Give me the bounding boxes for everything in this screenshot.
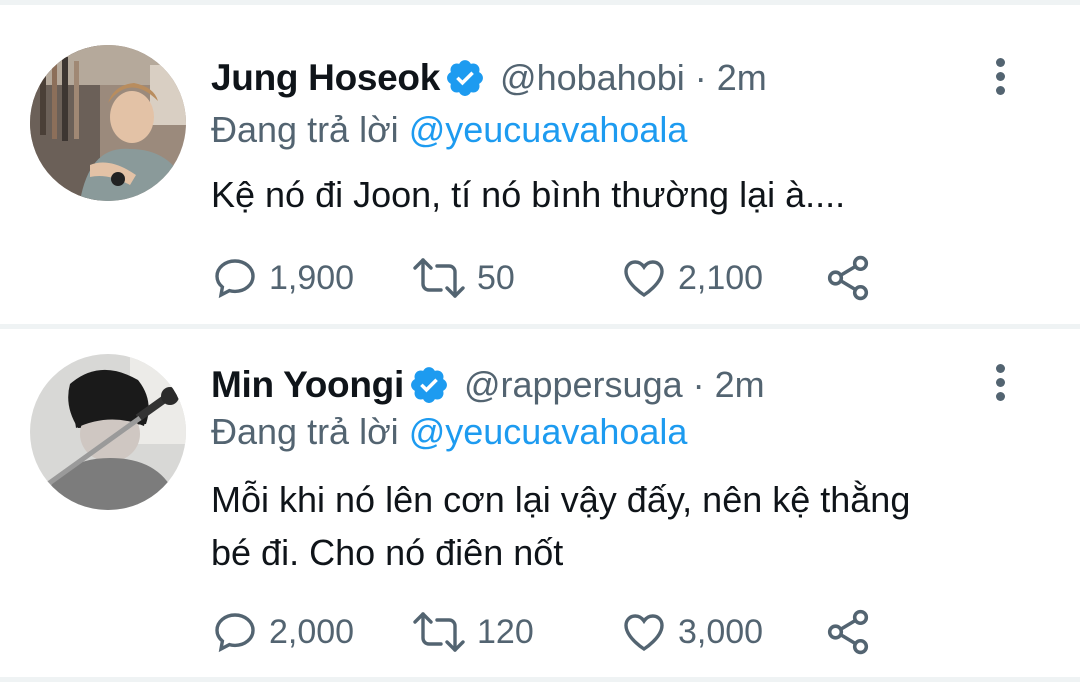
display-name[interactable]: Jung Hoseok xyxy=(211,57,440,99)
like-icon xyxy=(624,614,664,652)
reply-count: 2,000 xyxy=(269,612,355,651)
reply-context: Đang trả lời @yeucuavahoala xyxy=(211,109,687,151)
like-count: 2,100 xyxy=(678,258,764,297)
verified-badge-icon xyxy=(411,367,447,403)
like-count: 3,000 xyxy=(678,612,764,651)
bottom-divider xyxy=(0,677,1080,682)
tweet-card[interactable]: Min Yoongi @rappersuga · 2m Đang trả lời… xyxy=(0,329,1080,655)
display-name[interactable]: Min Yoongi xyxy=(211,364,404,406)
retweet-icon xyxy=(413,258,465,298)
user-handle[interactable]: @rappersuga xyxy=(464,364,683,406)
retweet-count: 120 xyxy=(477,612,534,651)
reply-button[interactable]: 2,000 xyxy=(211,607,354,657)
more-options-icon[interactable] xyxy=(990,364,1010,404)
more-options-icon[interactable] xyxy=(990,58,1010,98)
like-button[interactable]: 3,000 xyxy=(620,607,763,657)
reply-mention-link[interactable]: @yeucuavahoala xyxy=(409,411,688,452)
reply-mention-link[interactable]: @yeucuavahoala xyxy=(409,109,688,150)
verified-badge-icon xyxy=(447,60,483,96)
retweet-icon xyxy=(413,612,465,652)
share-icon xyxy=(827,609,869,655)
timestamp[interactable]: 2m xyxy=(717,57,767,99)
separator-dot: · xyxy=(694,57,707,98)
tweet-actions: 2,000 120 3,000 xyxy=(211,607,891,657)
avatar-photo-yoongi xyxy=(30,354,186,510)
reply-count: 1,900 xyxy=(269,258,355,297)
like-icon xyxy=(624,260,664,298)
reply-prefix: Đang trả lời xyxy=(211,109,399,150)
tweet-header: Min Yoongi @rappersuga · 2m xyxy=(211,360,765,410)
tweet-text: Mỗi khi nó lên cơn lại vậy đấy, nên kệ t… xyxy=(211,479,911,573)
avatar-photo-hoseok xyxy=(30,45,186,201)
reply-prefix: Đang trả lời xyxy=(211,411,399,452)
retweet-count: 50 xyxy=(477,258,515,297)
user-handle[interactable]: @hobahobi xyxy=(500,57,685,99)
tweet-text: Kệ nó đi Joon, tí nó bình thường lại à..… xyxy=(211,174,846,215)
retweet-button[interactable]: 120 xyxy=(411,607,534,657)
tweet-header: Jung Hoseok @hobahobi · 2m xyxy=(211,53,767,103)
reply-icon xyxy=(215,613,255,653)
tweet-card[interactable]: Jung Hoseok @hobahobi · 2m Đang trả lời … xyxy=(0,5,1080,326)
avatar[interactable] xyxy=(30,45,186,201)
reply-button[interactable]: 1,900 xyxy=(211,253,354,303)
separator-dot: · xyxy=(692,364,705,405)
reply-icon xyxy=(215,259,255,299)
retweet-button[interactable]: 50 xyxy=(411,253,515,303)
tweet-actions: 1,900 50 2,100 xyxy=(211,253,891,303)
timestamp[interactable]: 2m xyxy=(715,364,765,406)
like-button[interactable]: 2,100 xyxy=(620,253,763,303)
share-icon xyxy=(827,255,869,301)
share-button[interactable] xyxy=(823,253,883,303)
reply-context: Đang trả lời @yeucuavahoala xyxy=(211,411,687,453)
avatar[interactable] xyxy=(30,354,186,510)
share-button[interactable] xyxy=(823,607,883,657)
